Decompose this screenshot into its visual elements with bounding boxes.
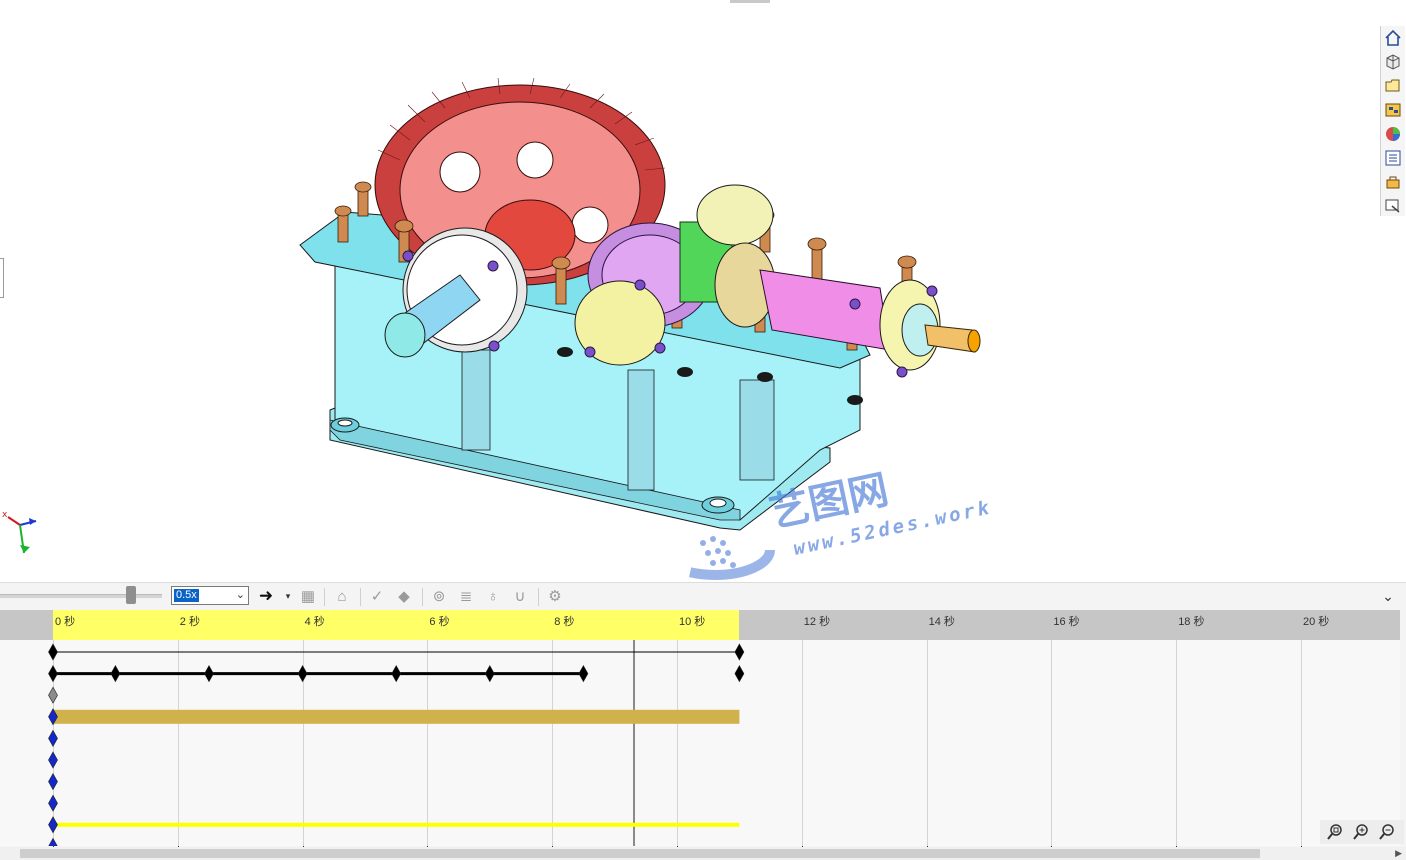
scrollbar-thumb[interactable] <box>20 849 1260 858</box>
chevron-down-icon[interactable]: ⌄ <box>1378 586 1398 606</box>
playback-speed-select[interactable]: 0.5x ⌄ <box>171 586 249 605</box>
file-explorer-icon[interactable] <box>1382 75 1404 97</box>
forum-icon[interactable] <box>1382 195 1404 217</box>
ruler-tick-label: 12 秒 <box>803 616 831 628</box>
task-pane-tabs <box>1380 26 1405 216</box>
contact-icon[interactable]: ∪ <box>510 586 530 606</box>
playback-mode-dropdown[interactable]: ▾ <box>278 586 298 606</box>
keyframe-diamond[interactable] <box>484 664 495 683</box>
keyframe-diamond[interactable] <box>391 664 402 683</box>
view-palette-icon[interactable] <box>1382 99 1404 121</box>
ruler-tick-label: 8 秒 <box>554 616 575 628</box>
keyframe-diamond[interactable] <box>48 751 58 769</box>
add-key-icon[interactable]: ◆ <box>394 586 414 606</box>
chevron-right-icon[interactable]: ▶ <box>1395 847 1402 860</box>
save-animation-icon[interactable]: ▦ <box>298 586 318 606</box>
timeline-tracks[interactable] <box>0 640 1400 846</box>
timeline-zoom-controls <box>1320 820 1404 844</box>
ruler-tick-label: 16 秒 <box>1053 616 1080 628</box>
keyframe-diamond[interactable] <box>204 664 214 683</box>
reference-triad: x <box>2 510 37 554</box>
keyframe-diamond[interactable] <box>48 664 58 683</box>
chevron-down-icon: ⌄ <box>235 589 245 601</box>
ruler-tick-label: 2 秒 <box>179 616 200 628</box>
gear-icon[interactable]: ⚙ <box>545 586 565 606</box>
spring-icon[interactable]: ≣ <box>456 586 476 606</box>
playback-speed-thumb[interactable] <box>126 586 136 604</box>
zoom-to-fit-icon[interactable] <box>1324 821 1346 843</box>
keyframe-diamond[interactable] <box>48 686 58 704</box>
zoom-in-icon[interactable] <box>1350 821 1372 843</box>
keyframe-diamond[interactable] <box>48 643 58 661</box>
motion-study-timeline[interactable]: 0 秒2 秒4 秒6 秒8 秒 10 秒 12 秒 14 秒 16 秒 18 秒 20 秒 … <box>0 610 1406 860</box>
ruler-tick-label: 20 秒 <box>1303 616 1330 628</box>
parts-library-icon[interactable] <box>1382 51 1404 73</box>
animation-wizard-icon[interactable]: ⌂ <box>332 586 352 606</box>
keyframe-diamond[interactable] <box>297 664 308 683</box>
animation-duration-band <box>53 610 739 640</box>
timeline-horizontal-scrollbar[interactable]: ▶ <box>0 847 1406 860</box>
ruler-tick-label: 6 秒 <box>429 616 450 628</box>
playback-speed-value: 0.5x <box>174 589 199 602</box>
ruler-tick-label: 0 秒 <box>55 616 76 628</box>
keyframe-diamond[interactable] <box>48 772 58 791</box>
motion-study-toolbar: 0.5x ⌄ ➜ ▾ ▦ ⌂ ✓ ◆ ⊚ ≣ ♁ ∪ ⚙ ⌄ <box>0 582 1406 611</box>
custom-properties-icon[interactable] <box>1382 147 1404 169</box>
keyframe-diamond[interactable] <box>110 664 121 683</box>
arrow-right-icon[interactable]: ➜ <box>256 586 276 606</box>
motor-icon[interactable]: ⊚ <box>429 586 449 606</box>
watermark-logo: 艺图网 www.52des.work <box>655 467 990 580</box>
triad-x-label: x <box>2 510 8 520</box>
appearances-icon[interactable] <box>1382 123 1404 145</box>
ruler-tick-label: 14 秒 <box>928 616 955 628</box>
autokey-icon[interactable]: ✓ <box>367 586 387 606</box>
ruler-tick-label: 10 秒 <box>679 616 706 628</box>
keyframe-diamond[interactable] <box>48 794 58 812</box>
track-bar[interactable] <box>53 709 740 724</box>
keyframe-diamond[interactable] <box>578 664 589 683</box>
design-library-icon[interactable] <box>1382 171 1404 193</box>
gravity-icon[interactable]: ♁ <box>483 586 503 606</box>
ruler-tick-label: 4 秒 <box>304 616 325 628</box>
home-icon[interactable] <box>1382 27 1404 49</box>
graphics-viewport[interactable]: 艺图网 www.52des.work x <box>0 0 1406 582</box>
ruler-tick-label: 18 秒 <box>1178 616 1205 628</box>
track-bar[interactable] <box>53 822 740 827</box>
playback-speed-slider[interactable] <box>0 594 162 598</box>
keyframe-diamond[interactable] <box>48 816 58 834</box>
keyframe-diamond[interactable] <box>734 643 745 661</box>
zoom-out-icon[interactable] <box>1376 821 1398 843</box>
keyframe-diamond[interactable] <box>48 837 58 846</box>
keyframe-diamond[interactable] <box>734 664 745 683</box>
keyframe-diamond[interactable] <box>48 729 58 748</box>
